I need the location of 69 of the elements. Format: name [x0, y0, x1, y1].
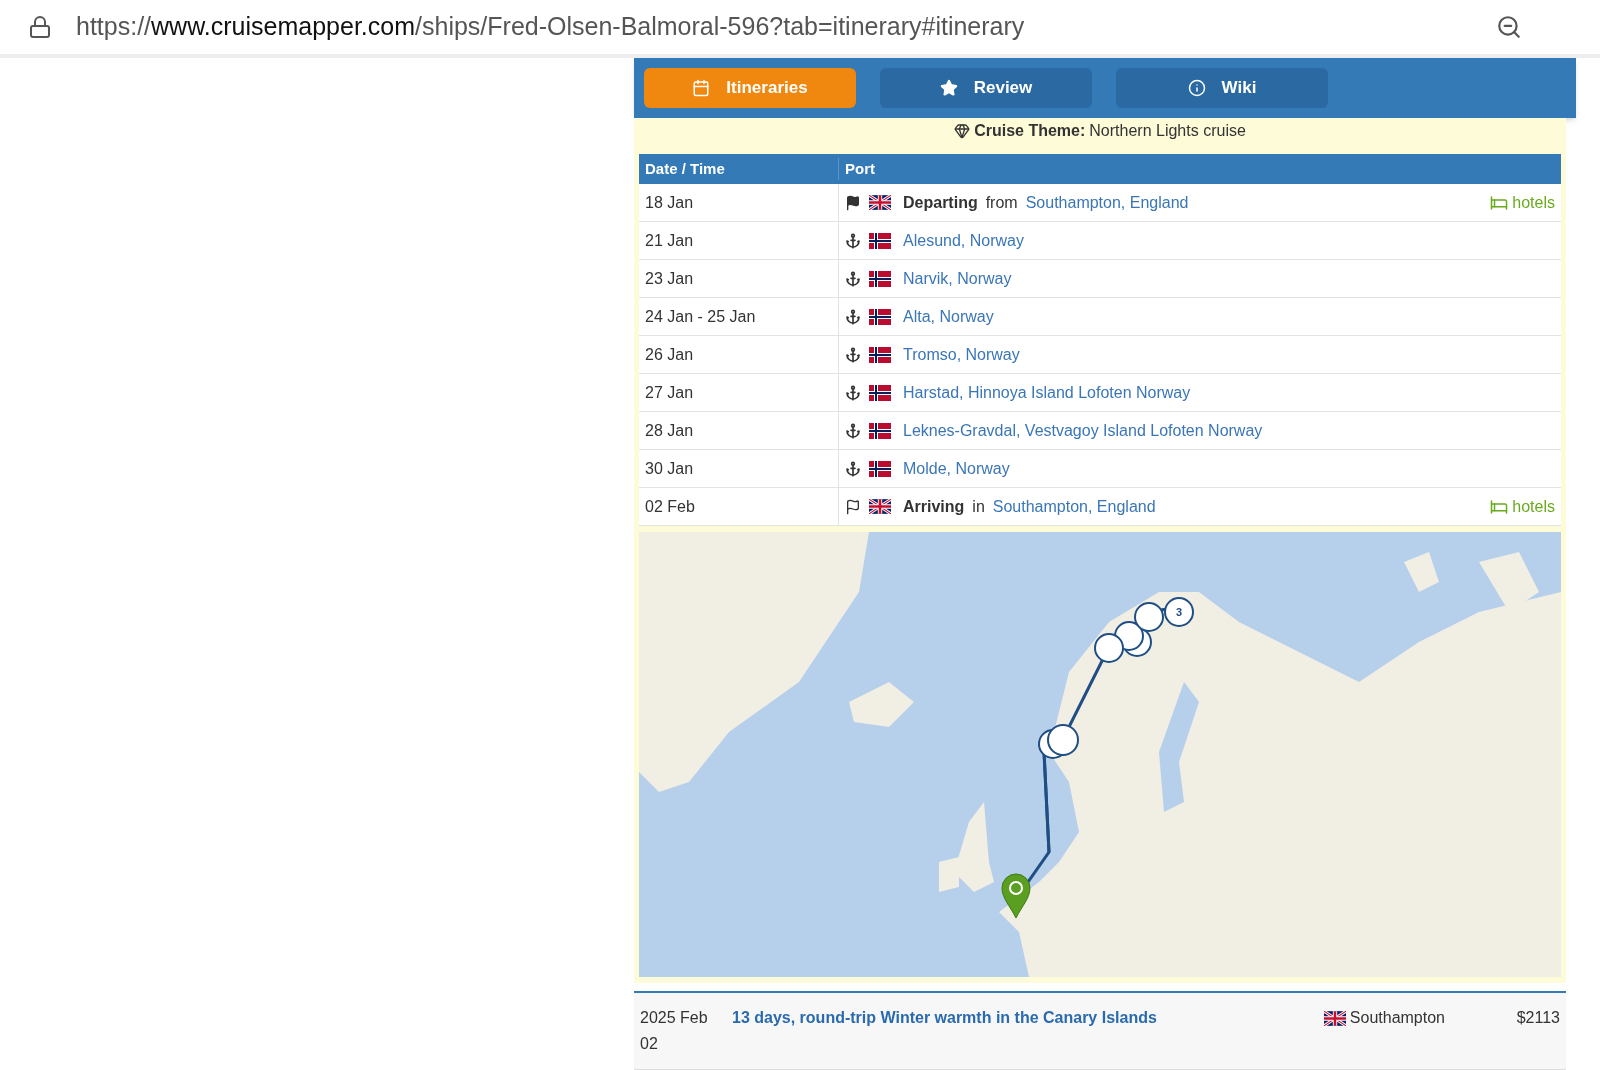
norway-flag-icon	[869, 308, 891, 325]
bed-icon	[1490, 193, 1509, 212]
port-event-label: Arriving	[903, 496, 965, 517]
port-link[interactable]: Narvik, Norway	[903, 266, 1012, 291]
info-icon	[1187, 79, 1206, 97]
port-link[interactable]: Tromso, Norway	[903, 342, 1020, 367]
tab[interactable]: Itineraries	[644, 68, 856, 108]
start-pin-icon	[1001, 873, 1031, 919]
union-flag-icon	[869, 195, 891, 210]
port-link[interactable]: Southampton, England	[1025, 190, 1189, 215]
norway-flag-icon	[869, 232, 891, 249]
anchor-icon	[845, 308, 861, 325]
date-cell-text: 30 Jan	[644, 458, 695, 479]
port-link[interactable]: Alta, Norway	[903, 304, 994, 329]
anchor-icon	[845, 460, 861, 477]
date-cell-text: 26 Jan	[644, 344, 695, 365]
tab[interactable]: Review	[880, 68, 1092, 108]
port-link[interactable]: Molde, Norway	[903, 456, 1010, 481]
port-link[interactable]: Harstad, Hinnoya Island Lofoten Norway	[903, 380, 1191, 405]
date-cell-text: 24 Jan - 25 Jan	[644, 306, 757, 327]
date-cell-text: 27 Jan	[644, 382, 695, 403]
date-cell-text: 21 Jan	[644, 230, 695, 251]
calendar-icon	[692, 79, 711, 97]
anchor-icon	[845, 384, 861, 401]
cruise-price: $2113	[1515, 1008, 1560, 1028]
star-icon	[939, 79, 958, 97]
date-cell-text: 18 Jan	[644, 192, 695, 213]
hotels-link[interactable]: hotels	[1490, 190, 1555, 215]
hotels-link[interactable]: hotels	[1490, 494, 1555, 519]
preposition-text: from	[985, 192, 1018, 213]
cruise-theme-value: Northern Lights cruise	[1089, 121, 1246, 141]
bed-icon	[1490, 497, 1509, 516]
port-marker: 3	[1164, 597, 1194, 627]
cruise-date: 2025 Feb 02	[640, 1008, 709, 1054]
date-cell-text: 28 Jan	[644, 420, 695, 441]
url-field[interactable]: https://www.cruisemapper.com/ships/Fred-Olsen-Balmoral-596?tab=itinerary#itinerary	[76, 8, 1472, 46]
date-cell-text: 23 Jan	[644, 268, 695, 289]
port-event-label: Departing	[903, 192, 978, 213]
port-marker	[1047, 724, 1079, 756]
anchor-icon	[845, 422, 861, 439]
norway-flag-icon	[869, 422, 891, 439]
union-flag-icon	[1323, 1010, 1346, 1026]
port-marker	[1134, 602, 1164, 632]
flag-icon	[845, 194, 861, 211]
norway-flag-icon	[869, 460, 891, 477]
port-marker	[1094, 633, 1124, 663]
preposition-text: in	[972, 496, 985, 517]
cruise-title-link[interactable]: 13 days, round-trip Winter warmth in the Canary Islands	[732, 1005, 1157, 1031]
norway-flag-icon	[869, 346, 891, 363]
departure-port: Southampton	[1349, 1008, 1445, 1028]
zoom-out-icon[interactable]	[1496, 14, 1522, 40]
column-header: Date / Time	[644, 158, 726, 179]
tab[interactable]: Wiki	[1116, 68, 1328, 108]
norway-flag-icon	[869, 384, 891, 401]
date-cell-text: 02 Feb	[644, 496, 696, 517]
island	[849, 682, 914, 727]
port-link[interactable]: Southampton, England	[992, 494, 1156, 519]
diamond-icon	[954, 123, 971, 139]
anchor-icon	[845, 232, 861, 249]
cruise-theme-label: Cruise Theme:	[974, 121, 1086, 141]
port-link[interactable]: Alesund, Norway	[903, 228, 1024, 253]
port-link[interactable]: Leknes-Gravdal, Vestvagoy Island Lofoten Norway	[903, 418, 1263, 443]
island	[1404, 552, 1439, 592]
lock-icon	[28, 15, 52, 39]
column-header: Port	[838, 157, 1561, 181]
norway-flag-icon	[869, 270, 891, 287]
anchor-icon	[845, 346, 861, 363]
union-flag-icon	[869, 499, 891, 514]
anchor-icon	[845, 270, 861, 287]
